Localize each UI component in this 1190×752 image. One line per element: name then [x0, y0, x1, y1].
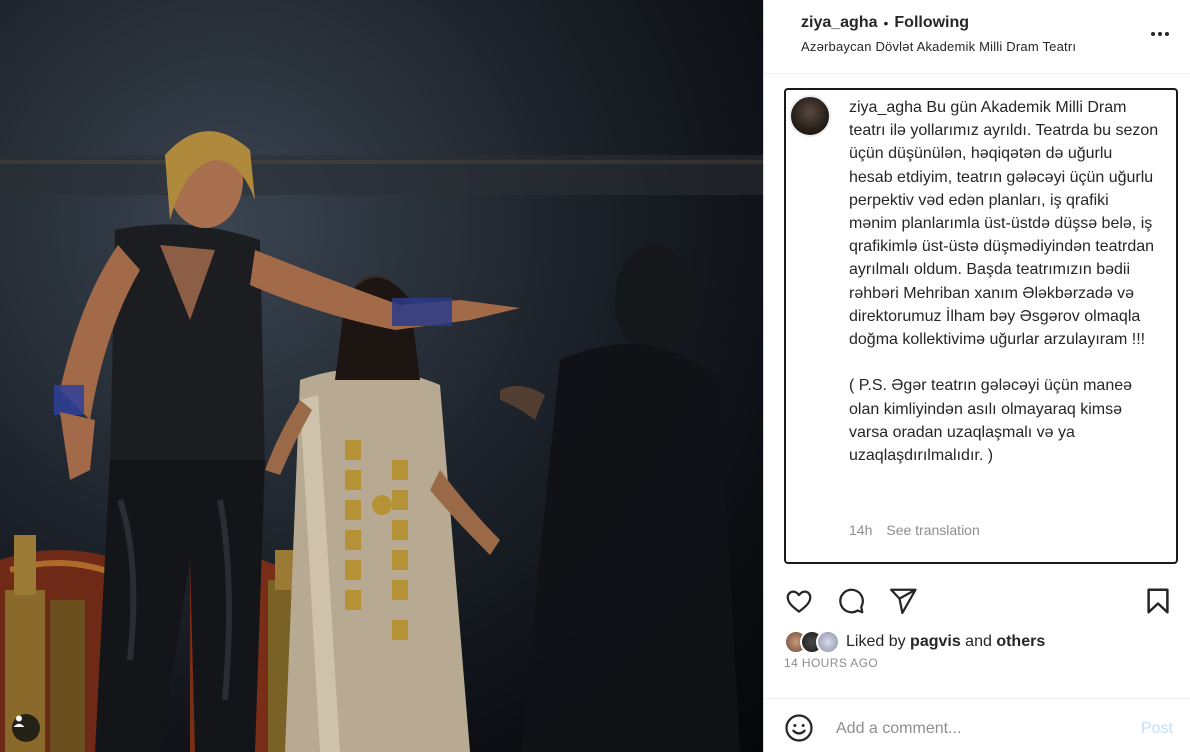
author-username-link[interactable]: ziya_agha — [801, 14, 877, 32]
smiley-icon[interactable] — [784, 713, 814, 743]
see-translation-button[interactable]: See translation — [886, 522, 979, 538]
caption-body: Bu gün Akademik Milli Dram teatrı ilə yo… — [849, 99, 1159, 465]
comment-input[interactable] — [836, 715, 1126, 743]
comment-bubble-icon[interactable] — [836, 586, 866, 616]
separator-dot: • — [883, 15, 889, 31]
heart-icon[interactable] — [784, 586, 814, 616]
likes-summary: Liked by pagvis and others — [784, 628, 1045, 656]
following-button[interactable]: Following — [894, 14, 969, 32]
liked-by-prefix: Liked by — [846, 633, 911, 650]
post-timestamp[interactable]: 14 HOURS AGO — [784, 656, 878, 670]
user-tag-icon[interactable] — [12, 714, 40, 742]
location-link[interactable]: Azərbaycan Dövlət Akademik Milli Dram Te… — [801, 39, 1076, 54]
post-header: ziya_agha • Following Azərbaycan Dövlət … — [764, 0, 1190, 74]
stage-scene-illustration — [0, 131, 763, 752]
bookmark-icon[interactable] — [1143, 586, 1173, 616]
post-comment-button[interactable]: Post — [1141, 720, 1173, 738]
liked-by-text: Liked by pagvis and others — [846, 633, 1045, 651]
caption-age[interactable]: 14h — [849, 522, 872, 538]
more-options-icon[interactable] — [1147, 24, 1173, 44]
post-photo[interactable] — [0, 0, 763, 752]
liker-avatar[interactable] — [816, 630, 840, 654]
caption-author-link[interactable]: ziya_agha — [849, 99, 922, 116]
liker-username-link[interactable]: pagvis — [910, 633, 961, 650]
likes-others-link[interactable]: others — [996, 633, 1045, 650]
liked-by-and: and — [960, 633, 997, 650]
post-side-panel: ziya_agha • Following Azərbaycan Dövlət … — [763, 0, 1190, 752]
action-bar — [764, 584, 1190, 624]
caption-section: ziya_agha Bu gün Akademik Milli Dram tea… — [784, 88, 1178, 564]
caption-meta: 14h See translation — [849, 522, 980, 538]
caption-text: ziya_agha Bu gün Akademik Milli Dram tea… — [849, 96, 1159, 467]
avatar[interactable] — [789, 95, 831, 137]
paper-plane-icon[interactable] — [888, 586, 918, 616]
header-author-row: ziya_agha • Following — [801, 14, 969, 32]
comment-composer: Post — [764, 698, 1190, 752]
